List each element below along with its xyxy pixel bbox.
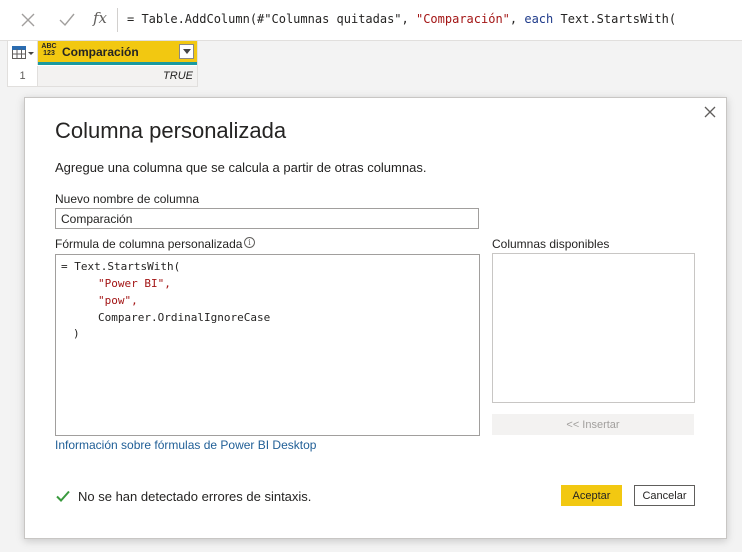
accept-button[interactable]: Aceptar (561, 485, 622, 506)
type-label-bottom: 123 (43, 50, 55, 57)
available-columns-list[interactable] (492, 253, 695, 403)
formula-string: "Comparación" (415, 12, 510, 26)
formula-line: "Power BI", (98, 277, 171, 290)
grid-corner[interactable] (8, 41, 38, 65)
formula-label: Fórmula de columna personalizada (55, 237, 243, 251)
formula-info-link[interactable]: Información sobre fórmulas de Power BI D… (55, 438, 316, 452)
custom-column-dialog: Columna personalizada Agregue una column… (24, 97, 727, 539)
formula-text[interactable]: = Table.AddColumn(#"Columnas quitadas", … (127, 12, 676, 26)
column-type-icon[interactable]: ABC 123 (41, 43, 57, 57)
formula-line: ) (73, 327, 80, 340)
row-number: 1 (8, 66, 38, 86)
dialog-title: Columna personalizada (55, 118, 287, 143)
formula-line: Comparer.OrdinalIgnoreCase (98, 311, 271, 324)
formula-bar: fx = Table.AddColumn(#"Columnas quitadas… (0, 0, 742, 41)
column-header-comparacion[interactable]: ABC 123 Comparación (38, 41, 197, 65)
table-icon[interactable] (12, 46, 34, 60)
available-columns-label: Columnas disponibles (492, 237, 610, 251)
column-name-label: Nuevo nombre de columna (55, 192, 200, 206)
cancel-button[interactable]: Cancelar (634, 485, 695, 506)
column-filter-dropdown[interactable] (179, 44, 194, 59)
data-grid: ABC 123 Comparación 1 TRUE (7, 41, 198, 87)
syntax-status: No se han detectado errores de sintaxis. (78, 489, 312, 504)
x-icon[interactable] (18, 10, 38, 30)
formula-editor-scrollbar[interactable] (468, 254, 480, 436)
formula-keyword: each (524, 12, 554, 26)
column-name: Comparación (62, 45, 139, 59)
check-icon (56, 490, 70, 502)
formula-bar-divider (117, 8, 118, 32)
table-cell[interactable]: TRUE (38, 66, 197, 86)
column-name-input[interactable] (55, 208, 479, 229)
formula-line: = Text.StartsWith( (61, 260, 181, 273)
formula-separator: , (509, 12, 525, 26)
info-icon[interactable]: i (244, 237, 255, 248)
type-label-top: ABC (41, 43, 57, 50)
formula-line: "pow", (98, 294, 138, 307)
fx-icon[interactable]: fx (89, 9, 111, 29)
formula-suffix: Text.StartsWith( (553, 12, 677, 26)
insert-button[interactable]: << Insertar (492, 414, 694, 435)
formula-prefix: = Table.AddColumn(#"Columnas quitadas", (127, 12, 416, 26)
check-icon[interactable] (57, 10, 77, 30)
formula-editor[interactable]: = Text.StartsWith( "Power BI", "pow", Co… (55, 254, 470, 436)
dialog-description: Agregue una columna que se calcula a par… (55, 160, 427, 175)
close-icon[interactable] (702, 104, 718, 120)
